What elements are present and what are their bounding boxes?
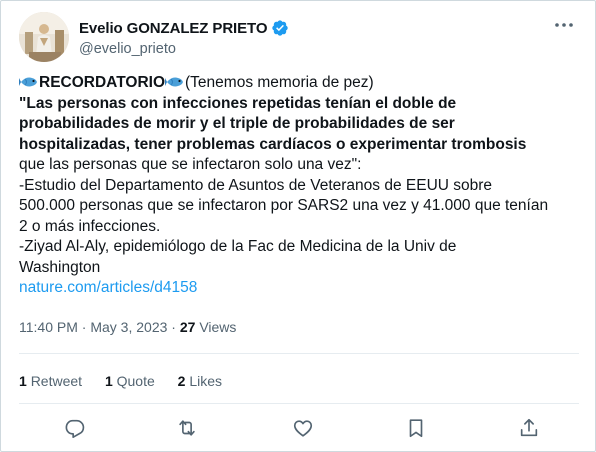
verified-badge-icon bbox=[272, 20, 289, 36]
tweet-card: Evelio GONZALEZ PRIETO @evelio_prieto RE… bbox=[0, 0, 596, 452]
tweet-time[interactable]: 11:40 PM bbox=[19, 319, 78, 335]
meta-separator: · bbox=[167, 319, 180, 335]
likes-stat[interactable]: 2 Likes bbox=[178, 373, 222, 389]
tweet-text-line: 2 o más infecciones. bbox=[19, 217, 161, 235]
tweet-heading-note: (Tenemos memoria de pez) bbox=[185, 74, 374, 91]
quotes-label: Quote bbox=[116, 373, 155, 389]
tweet-text-line-1: RECORDATORIO (Tenemos memoria de pez) bbox=[19, 73, 579, 94]
tweet-meta: 11:40 PM · May 3, 2023 · 27 Views bbox=[19, 319, 236, 335]
tweet-text-line: 500.000 personas que se infectaron por S… bbox=[19, 197, 549, 214]
action-bar bbox=[19, 413, 579, 443]
quotes-count: 1 bbox=[104, 373, 113, 389]
heart-icon[interactable] bbox=[292, 417, 314, 439]
views-count: 27 bbox=[179, 319, 196, 335]
likes-label: Likes bbox=[189, 373, 223, 389]
tweet-date[interactable]: May 3, 2023 bbox=[90, 319, 167, 335]
retweets-count: 1 bbox=[19, 373, 27, 389]
fish-icon bbox=[19, 77, 37, 87]
fish-icon bbox=[165, 77, 184, 87]
engagement-stats: 1 Retweet 1 Quote 2 Likes bbox=[19, 373, 241, 389]
tweet-text-line: que las personas que se infectaron solo … bbox=[19, 156, 362, 173]
divider bbox=[19, 403, 579, 404]
meta-separator: · bbox=[77, 319, 91, 335]
likes-count: 2 bbox=[177, 373, 186, 389]
tweet-link[interactable]: nature.com/articles/d4158 bbox=[19, 278, 579, 299]
more-options-icon[interactable] bbox=[553, 18, 575, 32]
share-icon[interactable] bbox=[518, 417, 540, 439]
tweet-quote-line: probabilidades de morir y el triple de p… bbox=[19, 115, 455, 132]
tweet-text-line: -Ziyad Al-Aly, epidemiólogo de la Fac de… bbox=[19, 238, 457, 255]
tweet-header: Evelio GONZALEZ PRIETO @evelio_prieto bbox=[19, 12, 579, 64]
divider bbox=[19, 353, 579, 354]
tweet-text-line: -Estudio del Departamento de Asuntos de … bbox=[19, 176, 493, 194]
author-name[interactable]: Evelio GONZALEZ PRIETO bbox=[79, 20, 267, 37]
tweet-text: RECORDATORIO (Tenemos memoria de pez) "La… bbox=[19, 73, 579, 299]
reply-icon[interactable] bbox=[64, 417, 86, 439]
tweet-heading: RECORDATORIO bbox=[39, 74, 166, 91]
tweet-quote-line: hospitalizadas, tener problemas cardíaco… bbox=[19, 135, 527, 153]
author-info: Evelio GONZALEZ PRIETO @evelio_prieto bbox=[79, 18, 289, 57]
retweet-icon[interactable] bbox=[176, 417, 198, 439]
retweets-stat[interactable]: 1 Retweet bbox=[19, 373, 82, 389]
author-handle[interactable]: @evelio_prieto bbox=[79, 41, 289, 57]
tweet-text-line: Washington bbox=[19, 258, 101, 276]
avatar[interactable] bbox=[19, 12, 69, 62]
bookmark-icon[interactable] bbox=[405, 417, 427, 439]
avatar-image bbox=[19, 12, 69, 62]
views-label: Views bbox=[195, 319, 237, 335]
quotes-stat[interactable]: 1 Quote bbox=[105, 373, 155, 389]
tweet-quote-line: "Las personas con infecciones repetidas … bbox=[19, 94, 457, 112]
retweets-label: Retweet bbox=[30, 373, 83, 389]
